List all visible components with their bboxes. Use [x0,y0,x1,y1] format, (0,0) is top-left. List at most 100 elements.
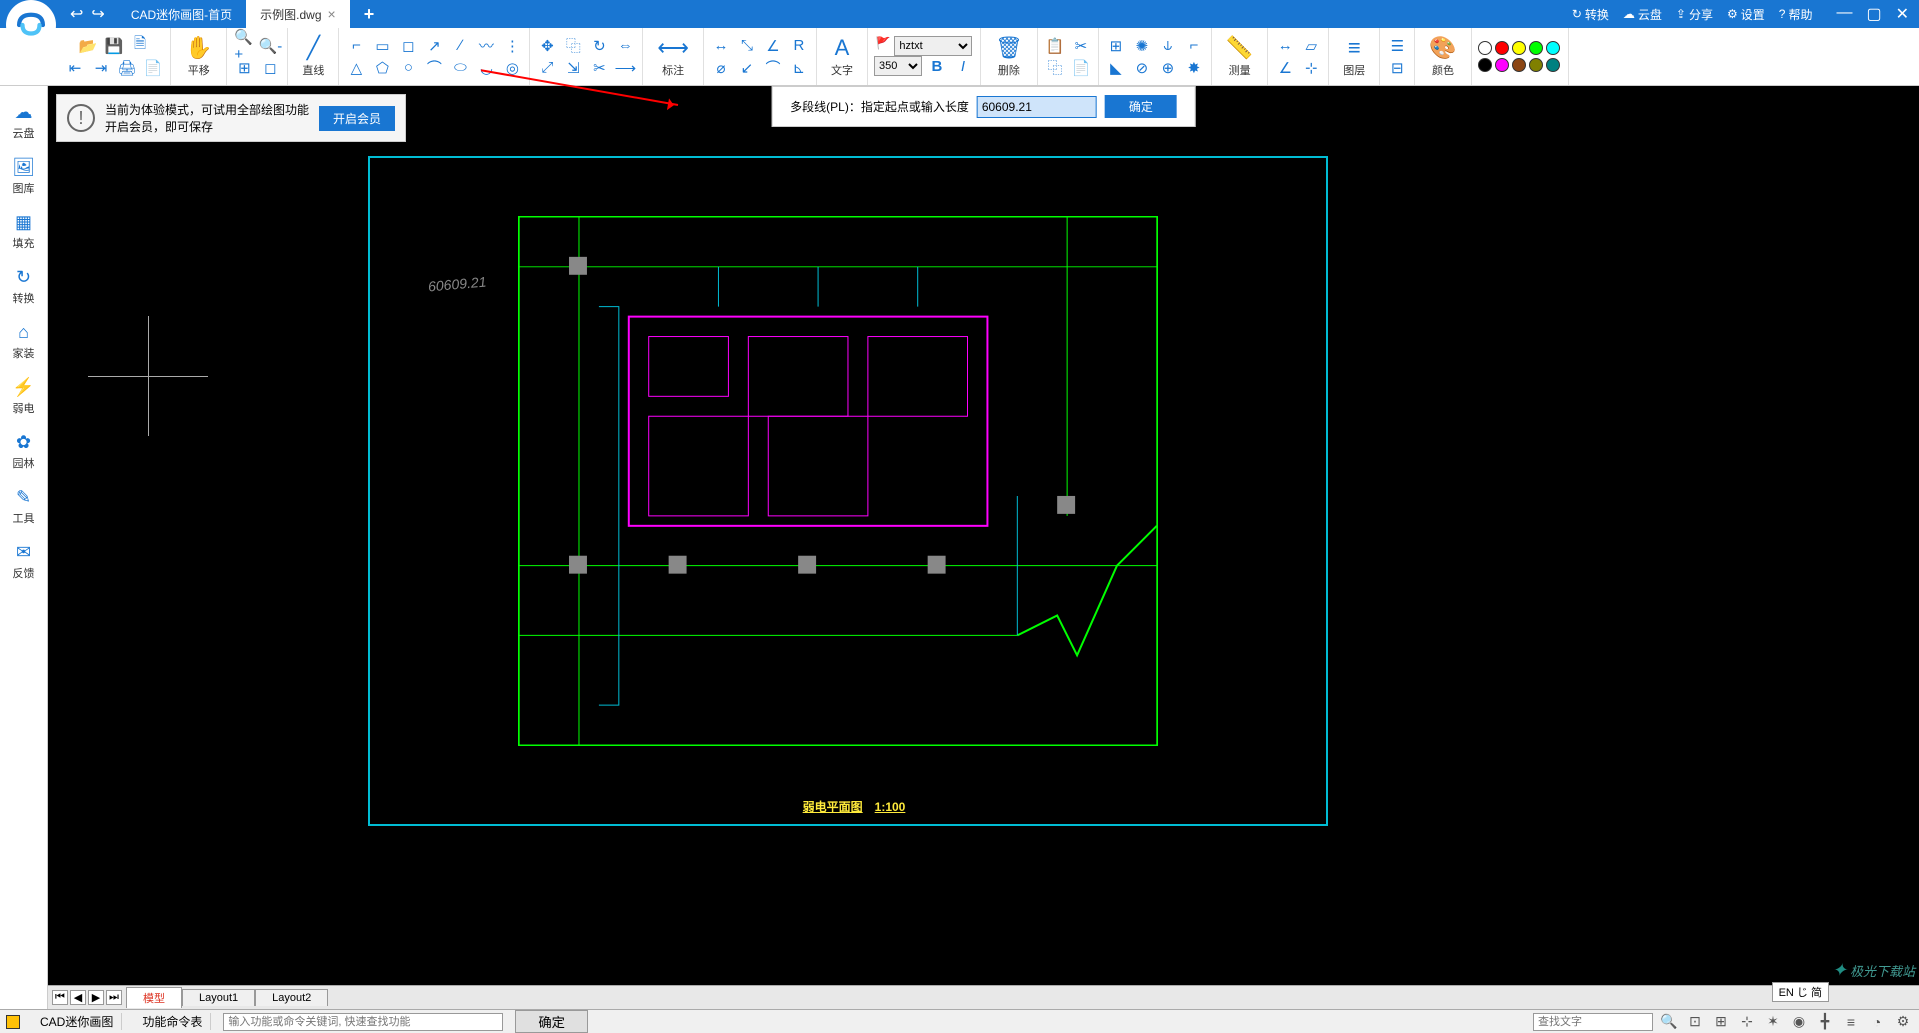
dim-angular-icon[interactable]: ∠ [762,35,784,57]
close-tab-icon[interactable]: × [328,6,336,22]
line-tool[interactable]: ╱直线 [294,33,332,80]
explode-icon[interactable]: ✸ [1183,57,1205,79]
color-swatch[interactable] [1529,41,1543,55]
close-icon[interactable]: ✕ [1896,4,1909,24]
chamfer-icon[interactable]: ◣ [1105,57,1127,79]
offset-icon[interactable]: ⫝ [1157,35,1179,57]
array-rect-icon[interactable]: ⊞ [1105,35,1127,57]
arc-icon[interactable]: ⌒ [423,57,445,79]
convert-button[interactable]: ↻转换 [1572,6,1609,23]
ray-icon[interactable]: ↗ [423,35,445,57]
annotation-scale-icon[interactable]: ◔ [1867,1012,1887,1032]
status-cmd-input[interactable] [223,1013,503,1031]
cloud-button[interactable]: ☁云盘 [1623,6,1662,23]
zoom-in-icon[interactable]: 🔍+ [233,35,255,57]
area-icon[interactable]: ▱ [1300,35,1322,57]
search-icon[interactable]: 🔍 [1659,1012,1679,1032]
saveas-icon[interactable]: 🗎 [129,35,151,57]
sidebar-item-1[interactable]: 🖼图库 [0,151,47,202]
command-input[interactable] [977,96,1097,118]
mirror-icon[interactable]: ⇔ [614,35,636,57]
help-button[interactable]: ?帮助 [1779,6,1813,23]
sidebar-item-6[interactable]: ✿园林 [0,426,47,477]
drawing-canvas[interactable]: ! 当前为体验模式，可试用全部绘图功能 开启会员，即可保存 开启会员 多段线(P… [48,86,1919,1009]
paste-icon[interactable]: 📋 [1044,35,1066,57]
spline-icon[interactable]: 〰 [475,35,497,57]
italic-button[interactable]: I [952,56,974,78]
extend-icon[interactable]: ⟶ [614,57,636,79]
sidebar-item-3[interactable]: ↻转换 [0,261,47,312]
import-icon[interactable]: ⇤ [64,57,86,79]
first-icon[interactable]: ⏮ [52,990,68,1005]
back-icon[interactable]: ↩ [70,4,83,24]
forward-icon[interactable]: ↪ [91,4,104,24]
maximize-icon[interactable]: ▢ [1866,4,1881,24]
pan-tool[interactable]: ✋平移 [177,33,220,80]
scale-icon[interactable]: ⤢ [536,57,558,79]
lineweight-icon[interactable]: ≡ [1841,1012,1861,1032]
fillet-icon[interactable]: ⌐ [1183,35,1205,57]
search-text-input[interactable] [1533,1013,1653,1031]
font-size-select[interactable]: 350 [874,56,922,76]
cut-icon[interactable]: ✂ [1070,35,1092,57]
settings-button[interactable]: ⚙设置 [1727,6,1765,23]
circle-icon[interactable]: ○ [397,57,419,79]
export-icon[interactable]: ⇥ [90,57,112,79]
copy-icon[interactable]: ⿻ [562,35,584,57]
trim-icon[interactable]: ✂ [588,57,610,79]
color-swatch[interactable] [1495,58,1509,72]
open-member-button[interactable]: 开启会员 [319,106,395,131]
paste2-icon[interactable]: 📄 [1070,57,1092,79]
color-swatch[interactable] [1546,41,1560,55]
status-cmd-table[interactable]: 功能命令表 [134,1013,211,1030]
layout-tab-model[interactable]: 模型 [126,987,182,1008]
annotate-tool[interactable]: ⟷标注 [649,33,697,80]
sidebar-item-2[interactable]: ▦填充 [0,206,47,257]
command-ok-button[interactable]: 确定 [1105,95,1177,118]
stretch-icon[interactable]: ⇲ [562,57,584,79]
layer-list-icon[interactable]: ☰ [1386,35,1408,57]
sidebar-item-4[interactable]: ⌂家装 [0,316,47,367]
dim-ord-icon[interactable]: ⊾ [788,57,810,79]
dim-arc-icon[interactable]: ⌒ [762,57,784,79]
color-swatch[interactable] [1478,58,1492,72]
polyline-icon[interactable]: ⌐ [345,35,367,57]
color-swatch[interactable] [1546,58,1560,72]
status-app-name[interactable]: CAD迷你画图 [32,1013,122,1030]
zoom-window-icon[interactable]: ◻ [259,57,281,79]
zoom-out-icon[interactable]: 🔍- [259,35,281,57]
layer-tool[interactable]: ≡图层 [1335,33,1373,80]
tab-add[interactable]: + [350,0,389,28]
tab-home[interactable]: CAD迷你画图-首页 [117,0,246,28]
break-icon[interactable]: ⊘ [1131,57,1153,79]
prev-icon[interactable]: ◀ [70,990,86,1005]
layer-props-icon[interactable]: ⊟ [1386,57,1408,79]
font-name-select[interactable]: hztxt [894,36,972,56]
print-icon[interactable]: 🖨 [116,57,138,79]
bold-button[interactable]: B [926,56,948,78]
last-icon[interactable]: ⏭ [106,990,122,1005]
leader-icon[interactable]: ↙ [736,57,758,79]
pdf-icon[interactable]: 📄 [142,57,164,79]
save-icon[interactable]: 💾 [103,35,125,57]
rotate-icon[interactable]: ↻ [588,35,610,57]
grid-icon[interactable]: ⊞ [1711,1012,1731,1032]
layout-tab-1[interactable]: Layout1 [182,989,255,1006]
coord-icon[interactable]: ⊹ [1300,57,1322,79]
next-icon[interactable]: ▶ [88,990,104,1005]
color-swatch[interactable] [1512,58,1526,72]
join-icon[interactable]: ⊕ [1157,57,1179,79]
color-swatch[interactable] [1512,41,1526,55]
ortho-icon[interactable]: ⊹ [1737,1012,1757,1032]
layout-tab-2[interactable]: Layout2 [255,989,328,1006]
point-icon[interactable]: ⋮ [501,35,523,57]
polygon-icon[interactable]: ⬠ [371,57,393,79]
dim-radius-icon[interactable]: R [788,35,810,57]
color-swatch[interactable] [1529,58,1543,72]
copy2-icon[interactable]: ⿻ [1044,57,1066,79]
dim-diameter-icon[interactable]: ⌀ [710,57,732,79]
dim-aligned-icon[interactable]: ⤡ [736,35,758,57]
zoom-extents-icon[interactable]: ⊞ [233,57,255,79]
sidebar-item-8[interactable]: ✉反馈 [0,536,47,587]
snap-icon[interactable]: ⊡ [1685,1012,1705,1032]
